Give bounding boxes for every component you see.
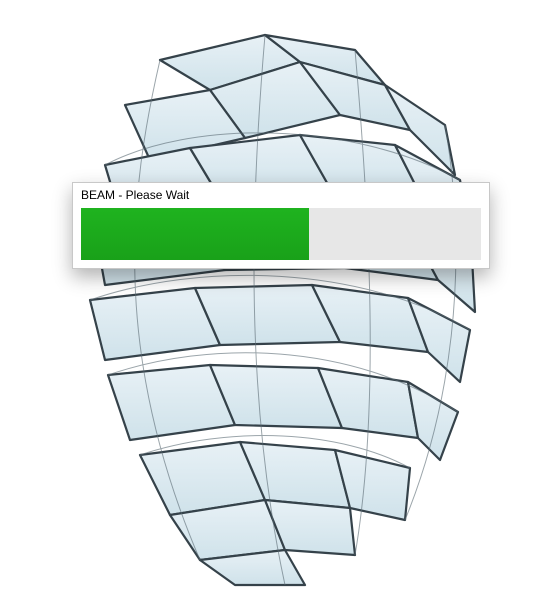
progress-fill	[81, 208, 309, 260]
progress-dialog: BEAM - Please Wait	[72, 182, 490, 269]
dialog-title: BEAM - Please Wait	[73, 183, 489, 208]
progress-bar	[81, 208, 481, 260]
beam-logo-graphic	[50, 30, 480, 590]
